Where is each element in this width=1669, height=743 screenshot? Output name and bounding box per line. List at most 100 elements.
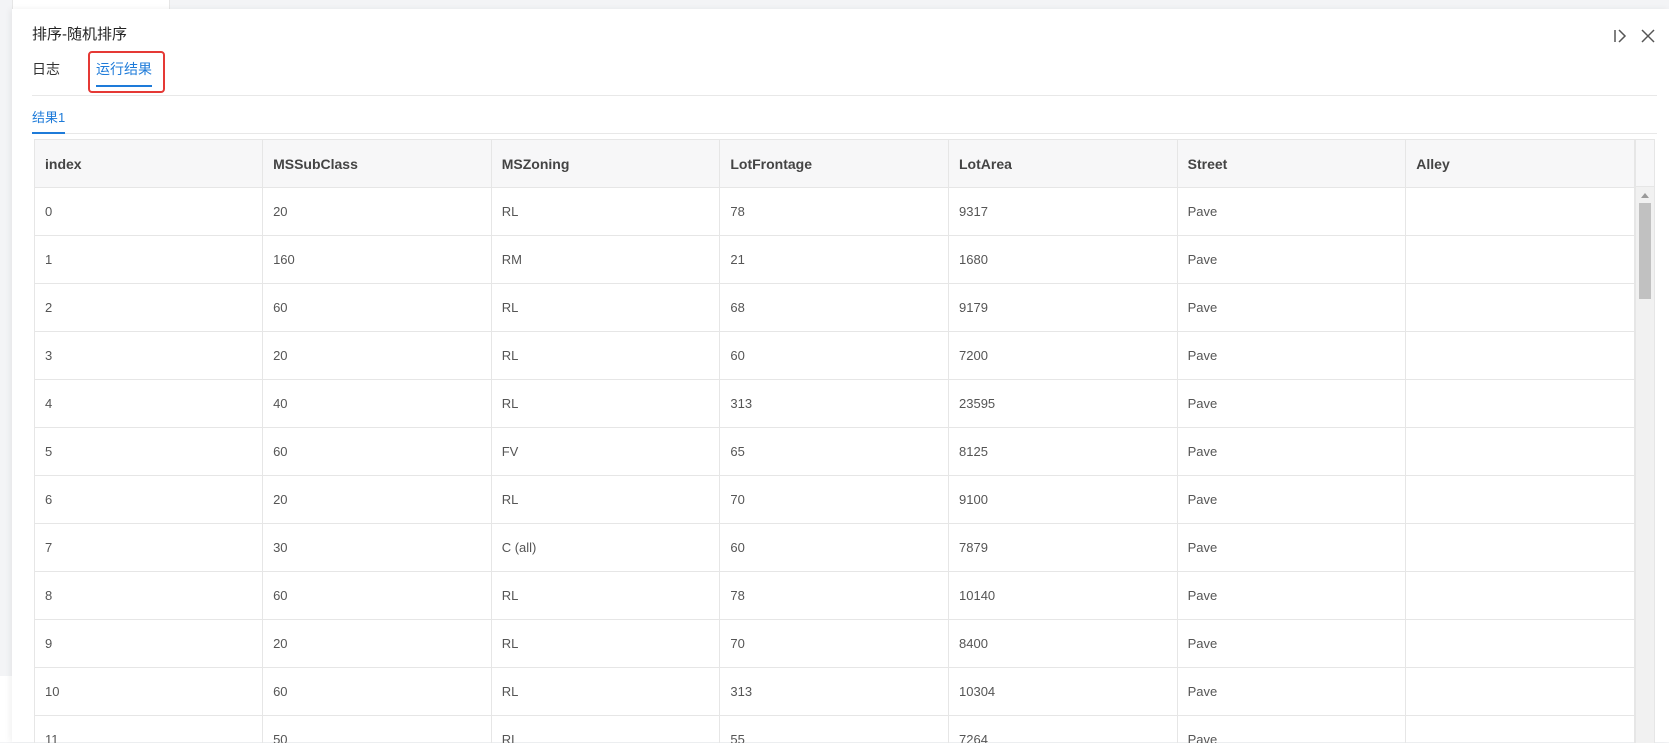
column-header[interactable]: LotArea [949,140,1178,188]
column-header[interactable]: index [35,140,263,188]
table-cell: 60 [263,572,492,620]
table-cell: 11 [35,716,263,743]
table-cell: Pave [1177,476,1406,524]
table-row: 1150RL557264Pave [35,716,1635,743]
table-cell: 8 [35,572,263,620]
table-cell: 60 [720,524,949,572]
table-cell [1406,572,1635,620]
table-row: 020RL789317Pave [35,188,1635,236]
table-cell [1406,332,1635,380]
table-cell [1406,188,1635,236]
table-cell: 60 [263,284,492,332]
table-cell: 313 [720,380,949,428]
table-cell: 30 [263,524,492,572]
vertical-scrollbar[interactable] [1635,187,1654,743]
table-cell: 20 [263,476,492,524]
table-cell [1406,524,1635,572]
column-header[interactable]: MSZoning [491,140,720,188]
close-icon[interactable] [1639,27,1657,45]
table-cell [1406,236,1635,284]
table-cell: 6 [35,476,263,524]
table-cell [1406,668,1635,716]
table-cell: Pave [1177,428,1406,476]
table-cell: RL [491,188,720,236]
table-row: 1160RM211680Pave [35,236,1635,284]
table-cell: 60 [720,332,949,380]
subtab-result-1[interactable]: 结果1 [32,109,65,127]
column-header[interactable]: Street [1177,140,1406,188]
tab-log[interactable]: 日志 [32,59,60,79]
tab-log-label: 日志 [32,61,60,77]
table-cell: 7264 [949,716,1178,743]
table-row: 920RL708400Pave [35,620,1635,668]
tab-run-result[interactable]: 运行结果 [96,59,152,79]
scroll-up-arrow-icon[interactable] [1641,193,1649,198]
table-cell: 3 [35,332,263,380]
table-cell: RL [491,380,720,428]
table-cell: 9100 [949,476,1178,524]
table-cell: 9317 [949,188,1178,236]
subtab-result-1-label: 结果1 [32,110,65,125]
column-header[interactable]: MSSubClass [263,140,492,188]
table-cell: 21 [720,236,949,284]
table-cell: 10140 [949,572,1178,620]
table-cell: RL [491,476,720,524]
table-cell: Pave [1177,284,1406,332]
table-row: 320RL607200Pave [35,332,1635,380]
tab-run-result-label: 运行结果 [96,61,152,77]
table-row: 260RL689179Pave [35,284,1635,332]
active-subtab-underline [32,132,65,134]
table-cell: Pave [1177,668,1406,716]
table-cell: 10304 [949,668,1178,716]
table-cell: 40 [263,380,492,428]
result-table: index MSSubClass MSZoning LotFrontage Lo… [34,139,1655,743]
table-cell [1406,620,1635,668]
table-row: 1060RL31310304Pave [35,668,1635,716]
table-cell: 5 [35,428,263,476]
table-cell: RL [491,620,720,668]
main-tabs: 日志 运行结果 [32,59,1657,96]
table-cell: 8400 [949,620,1178,668]
table-row: 560FV658125Pave [35,428,1635,476]
panel-title: 排序-随机排序 [32,25,127,45]
table-cell [1406,476,1635,524]
collapse-panel-icon[interactable] [1611,27,1629,45]
table-cell: 68 [720,284,949,332]
table-row: 860RL7810140Pave [35,572,1635,620]
table-cell: Pave [1177,332,1406,380]
table-cell: 55 [720,716,949,743]
table-cell: 8125 [949,428,1178,476]
table-cell [1406,284,1635,332]
table-cell: 60 [263,668,492,716]
table-cell: 0 [35,188,263,236]
result-subtabs: 结果1 [32,99,1657,134]
table-cell: 4 [35,380,263,428]
table-cell: 78 [720,572,949,620]
table-cell: 20 [263,188,492,236]
panel-header-actions [1611,27,1657,45]
table-cell: 7 [35,524,263,572]
table-header-row: index MSSubClass MSZoning LotFrontage Lo… [35,140,1635,188]
scrollbar-thumb[interactable] [1639,203,1651,299]
table-cell: RL [491,332,720,380]
table-cell: RM [491,236,720,284]
table-cell: C (all) [491,524,720,572]
table-cell: 78 [720,188,949,236]
table-cell: 7879 [949,524,1178,572]
table-cell: Pave [1177,572,1406,620]
table-cell: Pave [1177,716,1406,743]
table-cell: 20 [263,620,492,668]
table-cell: 50 [263,716,492,743]
column-header[interactable]: LotFrontage [720,140,949,188]
table-cell: 9179 [949,284,1178,332]
column-header[interactable]: Alley [1406,140,1635,188]
table-cell: 1680 [949,236,1178,284]
table-cell: Pave [1177,188,1406,236]
table-cell: RL [491,668,720,716]
table-cell: RL [491,716,720,743]
table-cell: Pave [1177,524,1406,572]
table-cell: 60 [263,428,492,476]
table-cell: FV [491,428,720,476]
background-card-edge [0,676,12,742]
table-cell: 1 [35,236,263,284]
